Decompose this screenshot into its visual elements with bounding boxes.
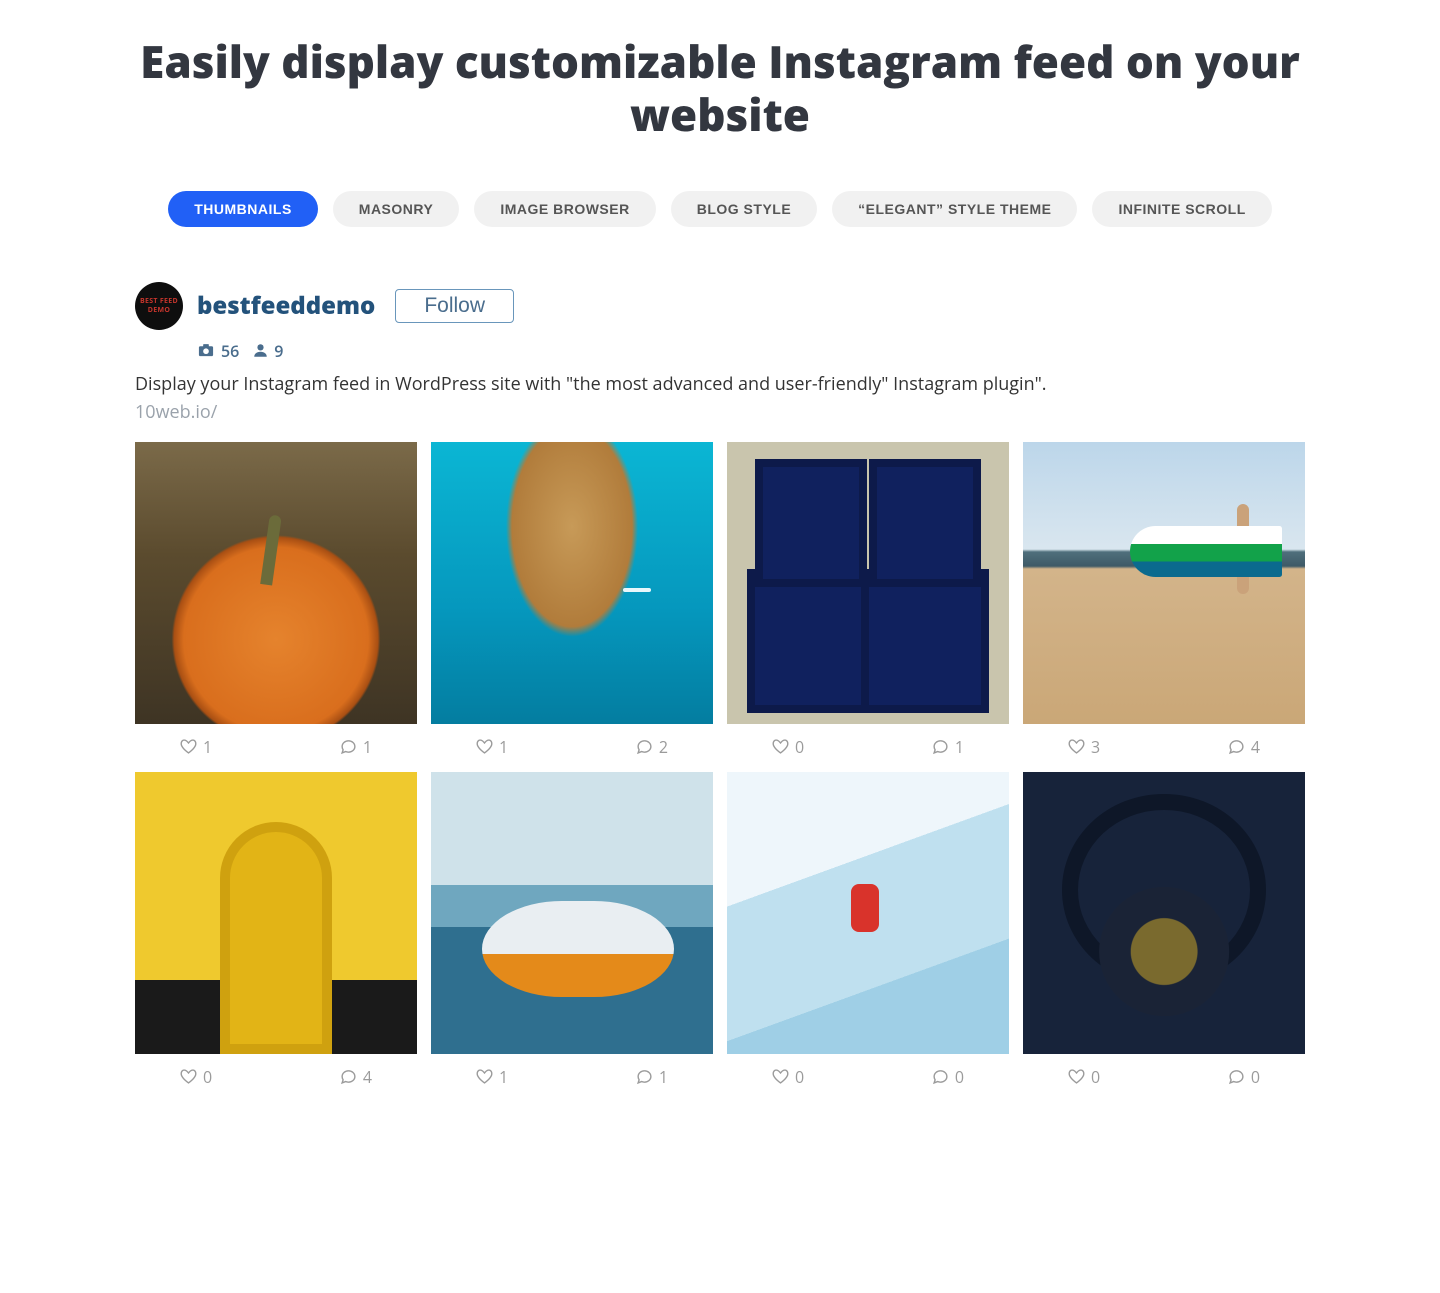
profile-link[interactable]: 10web.io/ bbox=[135, 400, 1305, 424]
likes[interactable]: 3 bbox=[1068, 736, 1100, 758]
feed-thumbnail[interactable] bbox=[431, 442, 713, 724]
likes[interactable]: 1 bbox=[180, 736, 212, 758]
profile-username[interactable]: bestfeeddemo bbox=[197, 289, 375, 322]
tab-masonry[interactable]: MASONRY bbox=[333, 191, 460, 227]
tab-elegant-theme[interactable]: “ELEGANT” STYLE THEME bbox=[832, 191, 1077, 227]
heart-icon bbox=[772, 738, 789, 755]
avatar[interactable]: BEST FEED DEMO bbox=[135, 282, 183, 330]
feed-card: 0 1 bbox=[727, 442, 1009, 758]
page-title: Easily display customizable Instagram fe… bbox=[135, 35, 1305, 141]
follow-button[interactable]: Follow bbox=[395, 289, 514, 323]
feed-thumbnail[interactable] bbox=[1023, 442, 1305, 724]
comments[interactable]: 0 bbox=[1228, 1066, 1260, 1088]
feed-card: 1 1 bbox=[431, 772, 713, 1088]
comment-icon bbox=[932, 1068, 949, 1085]
feed-card: 0 0 bbox=[1023, 772, 1305, 1088]
comments-count: 2 bbox=[659, 736, 668, 758]
feed-thumbnail[interactable] bbox=[727, 442, 1009, 724]
heart-icon bbox=[1068, 738, 1085, 755]
likes[interactable]: 1 bbox=[476, 1066, 508, 1088]
comment-icon bbox=[1228, 738, 1245, 755]
heart-icon bbox=[772, 1068, 789, 1085]
heart-icon bbox=[476, 1068, 493, 1085]
comments[interactable]: 1 bbox=[932, 736, 964, 758]
profile-bio: Display your Instagram feed in WordPress… bbox=[135, 372, 1305, 396]
tab-image-browser[interactable]: IMAGE BROWSER bbox=[474, 191, 655, 227]
feed-thumbnail[interactable] bbox=[135, 772, 417, 1054]
likes-count: 0 bbox=[795, 736, 804, 758]
comments[interactable]: 4 bbox=[340, 1066, 372, 1088]
tab-infinite-scroll[interactable]: INFINITE SCROLL bbox=[1092, 191, 1271, 227]
likes-count: 1 bbox=[203, 736, 212, 758]
posts-count: 56 bbox=[221, 340, 239, 362]
camera-icon bbox=[197, 342, 215, 359]
heart-icon bbox=[1068, 1068, 1085, 1085]
feed-thumbnail[interactable] bbox=[135, 442, 417, 724]
comment-icon bbox=[636, 738, 653, 755]
feed-card: 1 2 bbox=[431, 442, 713, 758]
comments-count: 4 bbox=[363, 1066, 372, 1088]
likes[interactable]: 0 bbox=[1068, 1066, 1100, 1088]
feed-card: 3 4 bbox=[1023, 442, 1305, 758]
view-tabs: THUMBNAILS MASONRY IMAGE BROWSER BLOG ST… bbox=[135, 191, 1305, 227]
comment-icon bbox=[932, 738, 949, 755]
likes-count: 3 bbox=[1091, 736, 1100, 758]
feed-card: 1 1 bbox=[135, 442, 417, 758]
comments-count: 1 bbox=[659, 1066, 668, 1088]
feed-grid: 1 1 1 2 bbox=[135, 442, 1305, 1088]
comments[interactable]: 2 bbox=[636, 736, 668, 758]
likes-count: 1 bbox=[499, 1066, 508, 1088]
likes-count: 0 bbox=[203, 1066, 212, 1088]
tab-thumbnails[interactable]: THUMBNAILS bbox=[168, 191, 318, 227]
comments-count: 0 bbox=[955, 1066, 964, 1088]
user-icon bbox=[253, 342, 268, 359]
likes-count: 0 bbox=[1091, 1066, 1100, 1088]
comments[interactable]: 4 bbox=[1228, 736, 1260, 758]
heart-icon bbox=[476, 738, 493, 755]
profile-header: BEST FEED DEMO bestfeeddemo Follow 56 9 … bbox=[135, 282, 1305, 424]
stat-followers: 9 bbox=[253, 340, 283, 362]
comment-icon bbox=[1228, 1068, 1245, 1085]
stat-posts: 56 bbox=[197, 340, 239, 362]
comments[interactable]: 1 bbox=[340, 736, 372, 758]
heart-icon bbox=[180, 738, 197, 755]
likes[interactable]: 0 bbox=[772, 1066, 804, 1088]
feed-thumbnail[interactable] bbox=[1023, 772, 1305, 1054]
comments[interactable]: 0 bbox=[932, 1066, 964, 1088]
comments[interactable]: 1 bbox=[636, 1066, 668, 1088]
likes-count: 0 bbox=[795, 1066, 804, 1088]
likes[interactable]: 0 bbox=[772, 736, 804, 758]
likes[interactable]: 0 bbox=[180, 1066, 212, 1088]
feed-thumbnail[interactable] bbox=[727, 772, 1009, 1054]
heart-icon bbox=[180, 1068, 197, 1085]
tab-blog-style[interactable]: BLOG STYLE bbox=[671, 191, 817, 227]
likes-count: 1 bbox=[499, 736, 508, 758]
followers-count: 9 bbox=[274, 340, 283, 362]
feed-card: 0 0 bbox=[727, 772, 1009, 1088]
comment-icon bbox=[340, 738, 357, 755]
comments-count: 4 bbox=[1251, 736, 1260, 758]
comments-count: 1 bbox=[955, 736, 964, 758]
comments-count: 0 bbox=[1251, 1066, 1260, 1088]
feed-card: 0 4 bbox=[135, 772, 417, 1088]
comment-icon bbox=[636, 1068, 653, 1085]
comment-icon bbox=[340, 1068, 357, 1085]
likes[interactable]: 1 bbox=[476, 736, 508, 758]
comments-count: 1 bbox=[363, 736, 372, 758]
feed-thumbnail[interactable] bbox=[431, 772, 713, 1054]
